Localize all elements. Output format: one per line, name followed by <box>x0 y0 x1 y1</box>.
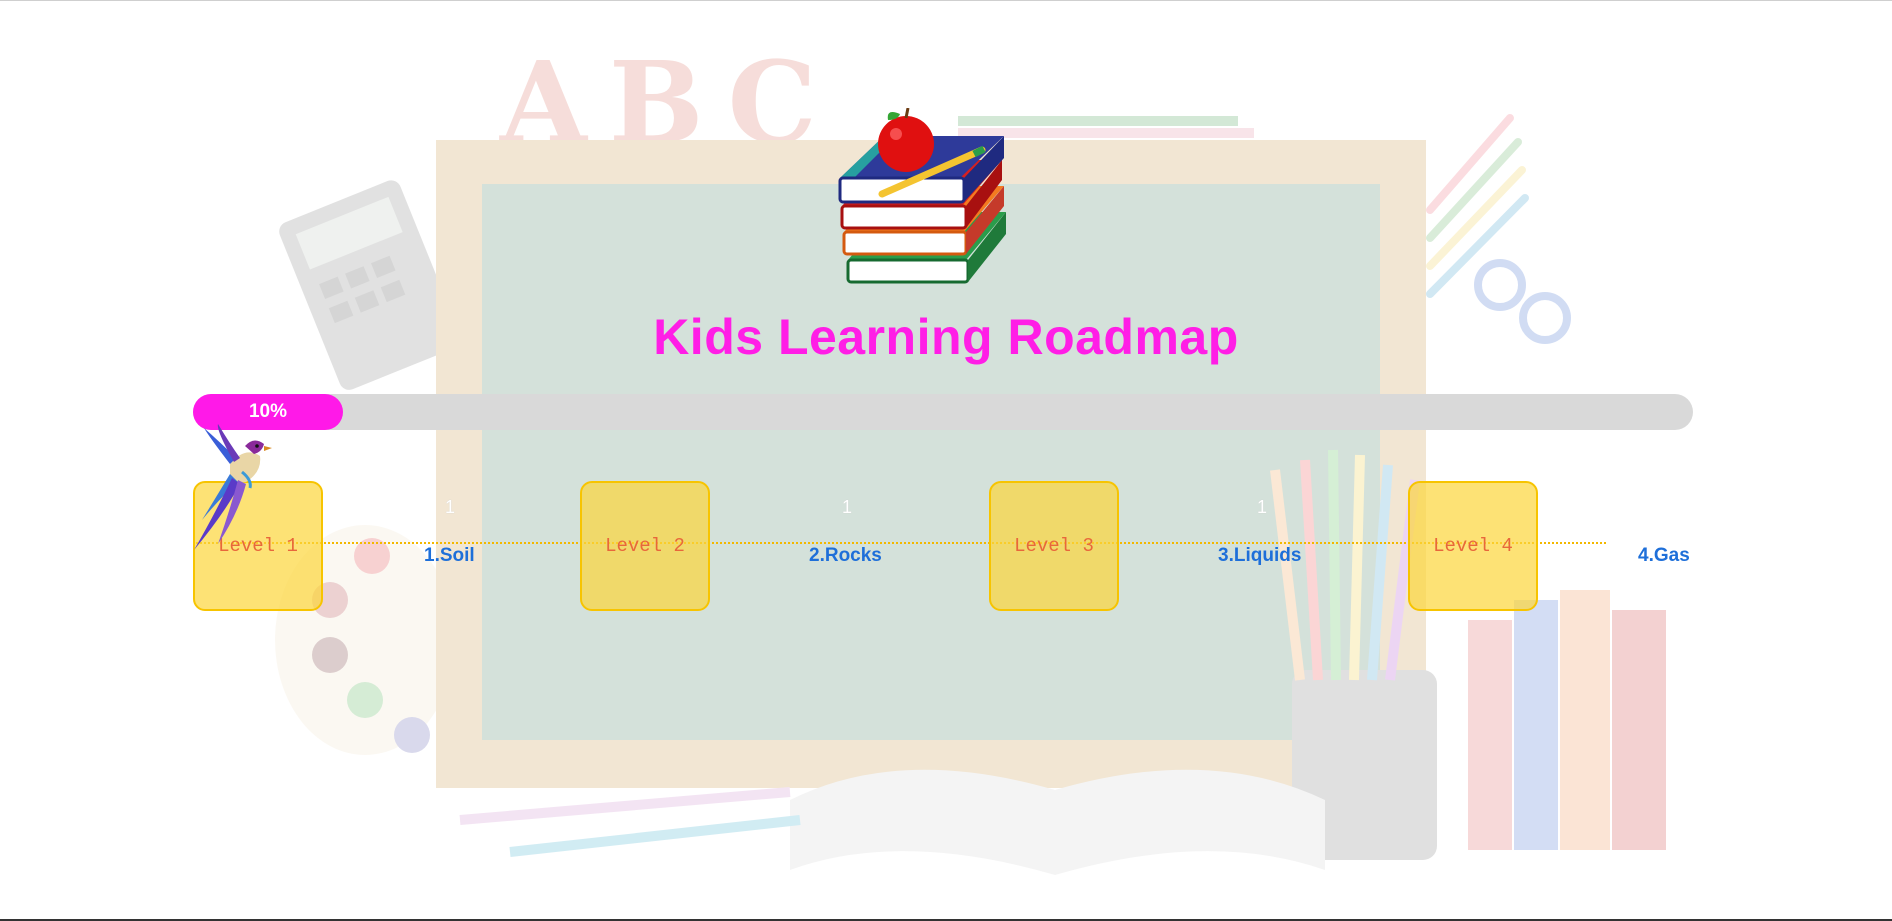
level-2-label: Level 2 <box>605 535 685 557</box>
page-title: Kids Learning Roadmap <box>653 309 1239 365</box>
level-4-box[interactable]: Level 4 <box>1408 481 1538 611</box>
books-apple-pencil-icon <box>838 108 1006 284</box>
step-2-label[interactable]: 2.Rocks <box>809 545 882 567</box>
open-book-decor <box>790 769 1325 875</box>
step-1-count: 1 <box>445 497 456 517</box>
step-4-label[interactable]: 4.Gas <box>1638 545 1690 567</box>
abc-decor-letters: ABC <box>499 38 839 169</box>
step-3-label[interactable]: 3.Liquids <box>1218 545 1301 567</box>
level-3-box[interactable]: Level 3 <box>989 481 1119 611</box>
top-border <box>0 0 1892 1</box>
bird-icon <box>194 424 272 550</box>
pencil-cup-decor <box>1292 670 1437 860</box>
step-1-label[interactable]: 1.Soil <box>424 545 475 567</box>
step-2-count: 1 <box>842 497 853 517</box>
roadmap-path-line <box>193 542 1606 544</box>
progress-bar: 10% <box>193 394 1693 430</box>
level-3-label: Level 3 <box>1014 535 1094 557</box>
level-4-label: Level 4 <box>1433 535 1513 557</box>
level-2-box[interactable]: Level 2 <box>580 481 710 611</box>
step-3-count: 1 <box>1257 497 1268 517</box>
